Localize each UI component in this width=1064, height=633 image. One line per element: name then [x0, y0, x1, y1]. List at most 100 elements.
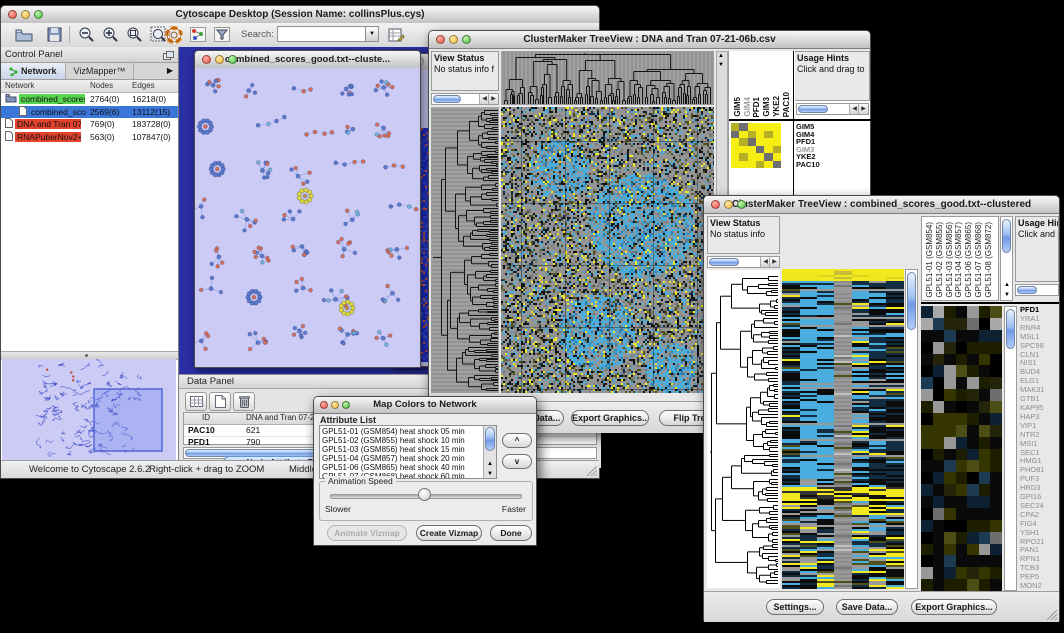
birdseye-view[interactable]: [2, 359, 176, 463]
animate-vizmap-button[interactable]: Animate Vizmap: [327, 525, 407, 541]
gene-label[interactable]: CLN1: [1020, 351, 1060, 360]
scrollbar-thumb[interactable]: [1006, 309, 1015, 349]
zoom-in-icon[interactable]: [99, 25, 121, 44]
tab-vizmapper[interactable]: VizMapper™: [66, 63, 135, 79]
labels-vscrollbar[interactable]: ▲ ▼: [1000, 216, 1013, 301]
gene-label[interactable]: BUD4: [1020, 368, 1060, 377]
close-icon[interactable]: [711, 200, 720, 209]
save-data-button[interactable]: Save Data...: [836, 599, 898, 615]
export-graphics-button[interactable]: Export Graphics...: [571, 410, 649, 426]
gene-list[interactable]: PFD1YRA1RNR4MSL1SPC98CLN1NIS1BUD4ELG1MAK…: [1020, 306, 1060, 591]
gene-label[interactable]: RPN1: [1020, 555, 1060, 564]
dialog-titlebar[interactable]: Map Colors to Network: [314, 397, 536, 414]
minimize-icon[interactable]: [449, 35, 458, 44]
attribute-list-vscrollbar[interactable]: ▲ ▼: [483, 426, 496, 478]
speed-slider-thumb[interactable]: [418, 488, 431, 501]
gene-label[interactable]: CPA2: [1020, 511, 1060, 520]
delete-attribute-trash-icon[interactable]: [233, 392, 255, 411]
report-table-icon[interactable]: [385, 25, 407, 44]
zoom-window-icon[interactable]: [228, 55, 237, 64]
zoom-window-icon[interactable]: [34, 10, 43, 19]
gene-label[interactable]: NTR2: [1020, 431, 1060, 440]
gene-label[interactable]: PEP5: [1020, 573, 1060, 582]
gene-label[interactable]: NIS1: [1020, 359, 1060, 368]
scrollbar-thumb[interactable]: [485, 427, 495, 451]
gene-label[interactable]: MON2: [1020, 582, 1060, 591]
minimize-icon[interactable]: [21, 10, 30, 19]
move-up-button[interactable]: ^: [502, 433, 532, 448]
scroll-down-icon[interactable]: ▼: [487, 471, 493, 477]
scroll-up-icon[interactable]: ▲: [487, 461, 493, 467]
attribute-item[interactable]: GPL51-04 (GSM857) heat shock 20 min: [322, 454, 482, 463]
heatmap-global[interactable]: [782, 269, 904, 589]
gene-label[interactable]: MAK31: [1020, 386, 1060, 395]
network-tree-row[interactable]: combined_scores2764(0)16218(0): [1, 93, 178, 106]
attribute-item[interactable]: GPL51-03 (GSM856) heat shock 15 min: [322, 445, 482, 454]
gene-label[interactable]: FIG4: [1020, 520, 1060, 529]
network-canvas-clusters[interactable]: [195, 68, 420, 367]
attribute-item[interactable]: GPL51-06 (GSM865) heat shock 40 min: [322, 463, 482, 472]
gene-label[interactable]: GTB1: [1020, 395, 1060, 404]
search-dropdown-arrow[interactable]: ▼: [365, 26, 379, 42]
gene-label[interactable]: HMG1: [1020, 457, 1060, 466]
gene-label[interactable]: PAN1: [1020, 546, 1060, 555]
scroll-right-icon[interactable]: ▶: [488, 94, 498, 104]
zoom-selected-icon[interactable]: [123, 25, 145, 44]
gene-label[interactable]: PAC10: [796, 161, 869, 169]
gene-label[interactable]: SEC24: [1020, 502, 1060, 511]
help-lifesaver-icon[interactable]: [163, 25, 185, 44]
network-tree-row[interactable]: DNA and Tran 07769(0)183728(0): [1, 118, 178, 131]
gene-label[interactable]: YSH1: [1020, 529, 1060, 538]
scroll-right-icon[interactable]: ▶: [769, 257, 779, 267]
gene-list[interactable]: GIM5GIM4PFD1GIM3YKE2PAC10: [796, 123, 869, 169]
gene-label[interactable]: GIM3: [796, 146, 869, 154]
gene-label[interactable]: PUF3: [1020, 475, 1060, 484]
gene-label[interactable]: PHO81: [1020, 466, 1060, 475]
main-titlebar[interactable]: Cytoscape Desktop (Session Name: collins…: [1, 6, 599, 24]
scroll-up-icon[interactable]: ▲: [718, 53, 724, 59]
scrollbar-thumb[interactable]: [907, 272, 916, 330]
export-graphics-button[interactable]: Export Graphics...: [911, 599, 997, 615]
gene-label[interactable]: HRD3: [1020, 484, 1060, 493]
treeview1-hscrollbar[interactable]: ◀ ▶: [431, 93, 499, 105]
gene-label[interactable]: MSI1: [1020, 440, 1060, 449]
gene-label[interactable]: RPO21: [1020, 538, 1060, 547]
gene-label[interactable]: PFD1: [796, 138, 869, 146]
row-dendrogram[interactable]: [431, 107, 499, 393]
close-icon[interactable]: [8, 10, 17, 19]
attribute-list[interactable]: GPL51-01 (GSM854) heat shock 05 minGPL51…: [319, 425, 497, 479]
treeview2-titlebar[interactable]: ClusterMaker TreeView : combined_scores_…: [704, 196, 1059, 214]
network-window1-titlebar[interactable]: combined_scores_good.txt--cluste...: [195, 51, 420, 69]
zoom-window-icon[interactable]: [462, 35, 471, 44]
gene-label[interactable]: PFD1: [1020, 306, 1060, 315]
treeview2-hscrollbar[interactable]: ◀ ▶: [707, 256, 780, 268]
heatmap-vscrollbar[interactable]: [905, 269, 918, 589]
annotation-filter-icon[interactable]: [211, 25, 233, 44]
heatmap-global[interactable]: [501, 107, 714, 393]
network-tree-row[interactable]: combined_sco2569(6)13112(15): [1, 106, 178, 119]
gene-label[interactable]: ELG1: [1020, 377, 1060, 386]
gene-label[interactable]: HAP3: [1020, 413, 1060, 422]
gene-label[interactable]: KAP95: [1020, 404, 1060, 413]
new-attribute-icon[interactable]: [209, 392, 231, 411]
search-input[interactable]: [277, 26, 369, 42]
zoom-vscrollbar[interactable]: [1004, 306, 1017, 591]
attribute-select-icon[interactable]: [185, 392, 207, 411]
scrollbar-thumb[interactable]: [1002, 219, 1011, 253]
scrollbar-thumb[interactable]: [798, 105, 828, 113]
scrollbar-thumb[interactable]: [709, 258, 739, 266]
tab-overflow-arrow[interactable]: ▶: [162, 63, 178, 79]
gene-label[interactable]: GIM5: [796, 123, 869, 131]
heatmap-zoom-matrix[interactable]: [731, 123, 781, 168]
gene-label[interactable]: YKE2: [796, 153, 869, 161]
treeview1-titlebar[interactable]: ClusterMaker TreeView : DNA and Tran 07-…: [429, 31, 870, 49]
minimize-icon[interactable]: [724, 200, 733, 209]
scroll-right-icon[interactable]: ▶: [858, 104, 868, 114]
close-icon[interactable]: [320, 401, 328, 409]
heatmap-zoom[interactable]: [921, 306, 1002, 591]
tab-network[interactable]: Network: [1, 63, 66, 79]
open-folder-icon[interactable]: [13, 25, 35, 44]
close-icon[interactable]: [436, 35, 445, 44]
done-button[interactable]: Done: [490, 525, 532, 541]
zoom-window-icon[interactable]: [737, 200, 746, 209]
